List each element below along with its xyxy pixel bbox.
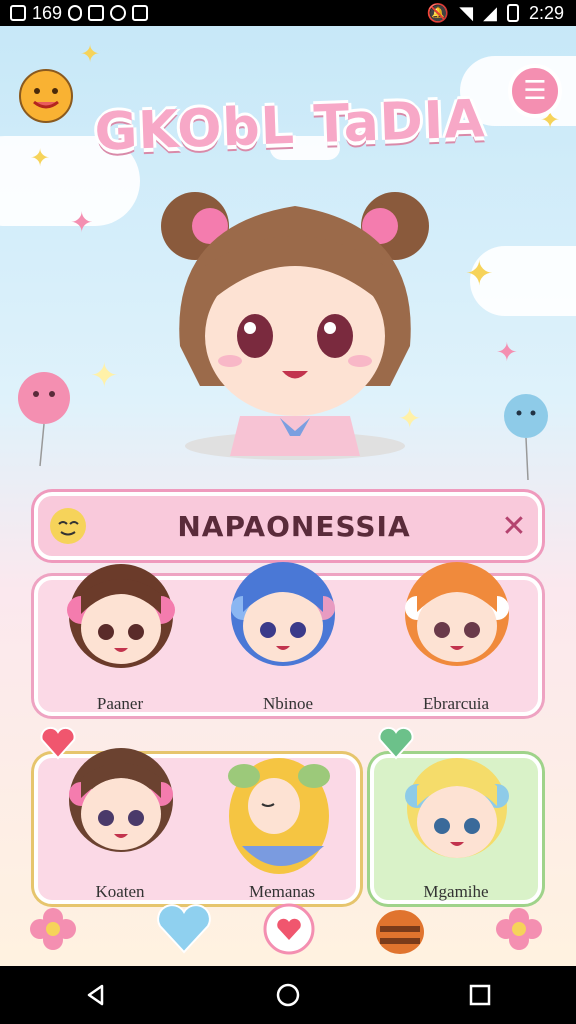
character-name-2: Nbinoe: [262, 694, 314, 713]
hero-character: [161, 192, 429, 460]
sparkle: ✦: [465, 254, 494, 294]
close-icon[interactable]: ✕: [490, 509, 538, 544]
recent-icon[interactable]: [450, 975, 510, 1015]
camera-icon: [132, 5, 149, 21]
signal-icon: ◢: [483, 2, 497, 23]
status-left-text: 169: [32, 2, 63, 23]
menu-icon: ☰: [523, 76, 547, 106]
sparkle: ✦: [90, 356, 119, 396]
battery-icon: [506, 4, 519, 22]
search-bar[interactable]: NAPAONESSIA ✕: [34, 492, 542, 560]
character-name-3: Ebrarcuia: [422, 694, 490, 713]
character-name-5: Memanas: [248, 882, 316, 901]
character-name-4: Koaten: [95, 882, 145, 901]
flower-icon: [496, 908, 542, 950]
clock: 2:29: [528, 2, 564, 23]
menu-button[interactable]: ☰: [508, 64, 562, 118]
battery-saver-icon: [68, 5, 83, 21]
character-avatar-3[interactable]: [392, 552, 522, 676]
sparkle: ✦: [70, 206, 94, 239]
status-bar: 169 🔕 ◥ ◢ 2:29: [0, 0, 576, 26]
mascot-icon[interactable]: [16, 66, 76, 124]
character-avatar-2[interactable]: [218, 552, 348, 676]
image-icon: [88, 5, 105, 21]
sparkle: ✦: [30, 144, 51, 172]
navigation-bar: [0, 966, 576, 1024]
back-icon[interactable]: [66, 975, 126, 1015]
search-query[interactable]: NAPAONESSIA: [98, 510, 490, 543]
app-title: GKObL TaDIA: [93, 89, 487, 163]
status-right: 🔕 ◥ ◢ 2:29: [427, 3, 576, 24]
flower-icon: [30, 908, 76, 950]
app-screen: ✦ ✦ ✦ ✦ ✦ ✦ ✦ ✦ GKObL TaDIA ☰ NAPAONESSI…: [0, 26, 576, 966]
sparkle: ✦: [496, 338, 518, 368]
status-left: 169: [0, 2, 149, 24]
character-avatar-1[interactable]: [56, 554, 186, 678]
home-icon[interactable]: [258, 975, 318, 1015]
heart-dock-icon[interactable]: [156, 902, 212, 954]
notification-icon: [10, 5, 26, 21]
character-avatar-6[interactable]: [392, 746, 522, 876]
wifi-icon: ◥: [459, 2, 474, 23]
balloon-left-icon: [18, 372, 70, 467]
heart-circle-icon[interactable]: [262, 902, 316, 956]
sparkle: ✦: [80, 40, 101, 68]
character-avatar-5[interactable]: [214, 746, 344, 876]
search-mascot-icon: [38, 506, 98, 546]
bulb-icon: [110, 5, 127, 21]
character-name-1: Paaner: [96, 694, 144, 713]
character-avatar-4[interactable]: [56, 738, 186, 868]
mute-icon: 🔕: [426, 2, 450, 23]
character-name-6: Mgamihe: [423, 882, 489, 901]
bee-icon[interactable]: [372, 902, 428, 956]
balloon-right-icon: [504, 394, 548, 481]
